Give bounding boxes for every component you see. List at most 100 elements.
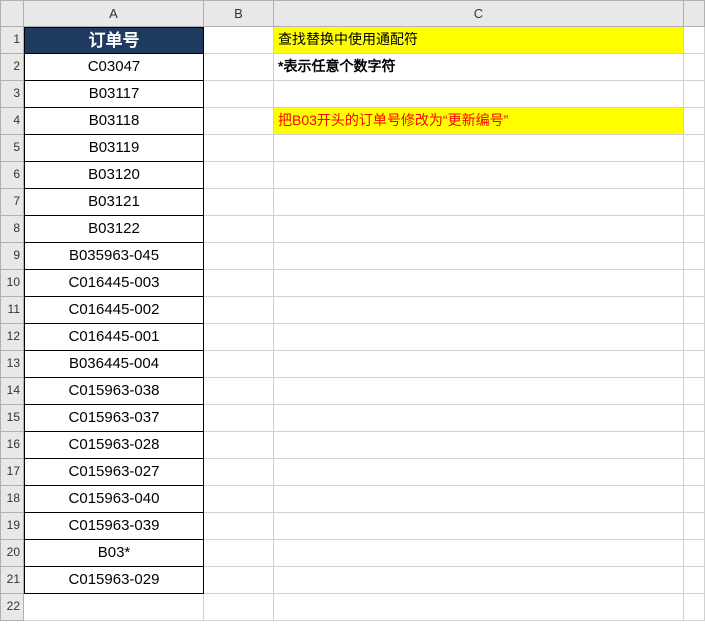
cell-D2[interactable] [684,54,705,81]
cell-B1[interactable] [204,27,274,54]
cell-D1[interactable] [684,27,705,54]
col-header-C[interactable]: C [274,0,684,27]
row-header[interactable]: 12 [0,324,24,351]
cell-B6[interactable] [204,162,274,189]
row-header[interactable]: 13 [0,351,24,378]
cell-D22[interactable] [684,594,705,621]
cell-C11[interactable] [274,297,684,324]
row-header[interactable]: 5 [0,135,24,162]
cell-C6[interactable] [274,162,684,189]
cell-D8[interactable] [684,216,705,243]
row-header[interactable]: 2 [0,54,24,81]
row-header[interactable]: 15 [0,405,24,432]
cell-A8[interactable]: B03122 [24,216,204,243]
cell-C18[interactable] [274,486,684,513]
row-header[interactable]: 20 [0,540,24,567]
cell-D16[interactable] [684,432,705,459]
row-header[interactable]: 17 [0,459,24,486]
cell-A22[interactable] [24,594,204,621]
row-header[interactable]: 9 [0,243,24,270]
row-header[interactable]: 16 [0,432,24,459]
cell-A16[interactable]: C015963-028 [24,432,204,459]
cell-C20[interactable] [274,540,684,567]
cell-B17[interactable] [204,459,274,486]
cell-C22[interactable] [274,594,684,621]
cell-C13[interactable] [274,351,684,378]
cell-B12[interactable] [204,324,274,351]
cell-D11[interactable] [684,297,705,324]
row-header[interactable]: 22 [0,594,24,621]
cell-C12[interactable] [274,324,684,351]
row-header[interactable]: 21 [0,567,24,594]
cell-D9[interactable] [684,243,705,270]
cell-A4[interactable]: B03118 [24,108,204,135]
cell-B10[interactable] [204,270,274,297]
cell-B18[interactable] [204,486,274,513]
cell-A15[interactable]: C015963-037 [24,405,204,432]
cell-B21[interactable] [204,567,274,594]
cell-C10[interactable] [274,270,684,297]
cell-C2[interactable]: *表示任意个数字符 [274,54,684,81]
cell-A20[interactable]: B03* [24,540,204,567]
cell-D10[interactable] [684,270,705,297]
cell-C1[interactable]: 查找替换中使用通配符 [274,27,684,54]
cell-A13[interactable]: B036445-004 [24,351,204,378]
cell-B14[interactable] [204,378,274,405]
cell-C3[interactable] [274,81,684,108]
cell-A2[interactable]: C03047 [24,54,204,81]
cell-C21[interactable] [274,567,684,594]
cell-B22[interactable] [204,594,274,621]
cell-A14[interactable]: C015963-038 [24,378,204,405]
row-header[interactable]: 14 [0,378,24,405]
cell-D5[interactable] [684,135,705,162]
cell-A12[interactable]: C016445-001 [24,324,204,351]
cell-B7[interactable] [204,189,274,216]
cell-D6[interactable] [684,162,705,189]
cell-A19[interactable]: C015963-039 [24,513,204,540]
cell-C7[interactable] [274,189,684,216]
cell-C19[interactable] [274,513,684,540]
cell-A9[interactable]: B035963-045 [24,243,204,270]
cell-D18[interactable] [684,486,705,513]
cell-C16[interactable] [274,432,684,459]
cell-B8[interactable] [204,216,274,243]
cell-A11[interactable]: C016445-002 [24,297,204,324]
cell-D21[interactable] [684,567,705,594]
row-header[interactable]: 1 [0,27,24,54]
row-header[interactable]: 18 [0,486,24,513]
select-all-corner[interactable] [0,0,24,27]
cell-A3[interactable]: B03117 [24,81,204,108]
cell-B16[interactable] [204,432,274,459]
cell-B2[interactable] [204,54,274,81]
row-header[interactable]: 10 [0,270,24,297]
cell-B3[interactable] [204,81,274,108]
col-header-A[interactable]: A [24,0,204,27]
row-header[interactable]: 4 [0,108,24,135]
cell-B15[interactable] [204,405,274,432]
cell-A5[interactable]: B03119 [24,135,204,162]
cell-B13[interactable] [204,351,274,378]
cell-B9[interactable] [204,243,274,270]
cell-D12[interactable] [684,324,705,351]
col-header-D[interactable] [684,0,705,27]
cell-D20[interactable] [684,540,705,567]
row-header[interactable]: 8 [0,216,24,243]
cell-D15[interactable] [684,405,705,432]
cell-C8[interactable] [274,216,684,243]
row-header[interactable]: 11 [0,297,24,324]
cell-B19[interactable] [204,513,274,540]
cell-D7[interactable] [684,189,705,216]
cell-D19[interactable] [684,513,705,540]
cell-D4[interactable] [684,108,705,135]
col-header-B[interactable]: B [204,0,274,27]
cell-C14[interactable] [274,378,684,405]
row-header[interactable]: 3 [0,81,24,108]
cell-A17[interactable]: C015963-027 [24,459,204,486]
cell-C15[interactable] [274,405,684,432]
cell-A7[interactable]: B03121 [24,189,204,216]
cell-D17[interactable] [684,459,705,486]
cell-A21[interactable]: C015963-029 [24,567,204,594]
cell-D3[interactable] [684,81,705,108]
cell-D13[interactable] [684,351,705,378]
row-header[interactable]: 6 [0,162,24,189]
